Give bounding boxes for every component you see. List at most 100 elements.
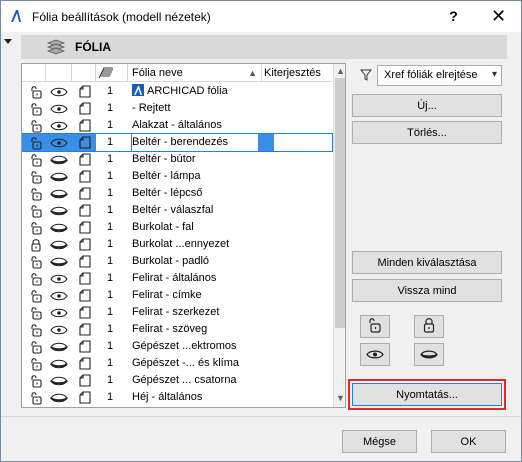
unlock-icon[interactable]	[29, 185, 43, 202]
table-row[interactable]: 1 Héj - általános	[22, 389, 332, 406]
eye-closed-icon[interactable]	[50, 219, 68, 236]
printer-icon[interactable]	[78, 100, 92, 117]
printer-icon[interactable]	[72, 134, 96, 151]
intersection-number[interactable]: 1	[107, 253, 117, 270]
table-row[interactable]: 1 Beltér - bútor	[22, 151, 332, 168]
eye-closed-icon[interactable]	[50, 236, 68, 253]
printer-icon[interactable]	[78, 219, 92, 236]
ok-button[interactable]: OK	[431, 430, 506, 453]
table-row[interactable]: 1 Beltér - lépcső	[22, 185, 332, 202]
eye-closed-icon[interactable]	[50, 253, 68, 270]
eye-closed-icon[interactable]	[50, 202, 68, 219]
layer-name[interactable]: - Rejtett	[132, 100, 264, 117]
eye-open-icon[interactable]	[50, 100, 68, 117]
layer-name[interactable]: Gépészet -... és klíma	[132, 355, 264, 372]
table-row[interactable]: 1 Felirat - általános	[22, 270, 332, 287]
printer-icon[interactable]	[78, 151, 92, 168]
eye-closed-icon[interactable]	[50, 389, 68, 406]
layer-extension[interactable]	[266, 202, 332, 219]
hide-button[interactable]	[414, 343, 444, 366]
printer-icon[interactable]	[78, 270, 92, 287]
unlock-icon[interactable]	[29, 83, 43, 100]
cancel-button[interactable]: Mégse	[342, 430, 417, 453]
unlock-icon[interactable]	[22, 134, 46, 151]
intersection-number[interactable]: 1	[107, 83, 117, 100]
table-row[interactable]: 1 Gépészet -... és klíma	[22, 355, 332, 372]
layer-name[interactable]: Gépészet ...ektromos	[132, 338, 264, 355]
layer-extension[interactable]	[266, 321, 332, 338]
table-row[interactable]: 1 - Rejtett	[22, 100, 332, 117]
eye-open-icon[interactable]	[50, 83, 68, 100]
table-row[interactable]: 1 Felirat - szöveg	[22, 321, 332, 338]
unlock-icon[interactable]	[29, 389, 43, 406]
intersection-number[interactable]: 1	[107, 389, 117, 406]
intersection-number[interactable]: 1	[107, 287, 117, 304]
intersection-number[interactable]: 1	[107, 134, 117, 151]
intersection-number[interactable]: 1	[107, 338, 117, 355]
layer-name[interactable]: Felirat - általános	[132, 270, 264, 287]
intersection-number[interactable]: 1	[107, 321, 117, 338]
printer-icon[interactable]	[78, 236, 92, 253]
printer-icon[interactable]	[78, 338, 92, 355]
layer-extension[interactable]	[266, 287, 332, 304]
printer-icon[interactable]	[78, 168, 92, 185]
layer-extension[interactable]	[266, 100, 332, 117]
delete-layer-button[interactable]: Törlés...	[352, 121, 502, 144]
intersection-number[interactable]: 1	[107, 219, 117, 236]
vertical-scrollbar[interactable]: ▲ ▼	[333, 64, 345, 407]
intersection-number[interactable]: 1	[107, 236, 117, 253]
unlock-icon[interactable]	[29, 304, 43, 321]
layer-extension[interactable]	[266, 83, 332, 100]
eye-open-icon[interactable]	[50, 287, 68, 304]
layer-extension[interactable]	[266, 117, 332, 134]
layer-name[interactable]: Burkolat ...ennyezet	[132, 236, 264, 253]
layer-name[interactable]: Felirat - szöveg	[132, 321, 264, 338]
unlock-icon[interactable]	[29, 117, 43, 134]
printer-icon[interactable]	[78, 321, 92, 338]
intersection-number[interactable]: 1	[107, 372, 117, 389]
printer-icon[interactable]	[78, 287, 92, 304]
eye-closed-icon[interactable]	[50, 168, 68, 185]
header-print-col[interactable]	[72, 64, 96, 82]
header-eye-col[interactable]	[46, 64, 72, 82]
unlock-icon[interactable]	[29, 287, 43, 304]
layer-extension[interactable]	[266, 151, 332, 168]
layer-name[interactable]: Alakzat - általános	[132, 117, 264, 134]
layer-name[interactable]: Beltér - bútor	[132, 151, 264, 168]
intersection-number[interactable]: 1	[107, 151, 117, 168]
printer-icon[interactable]	[78, 83, 92, 100]
layer-extension[interactable]	[266, 185, 332, 202]
printer-icon[interactable]	[78, 304, 92, 321]
header-intersect-col[interactable]	[96, 64, 128, 82]
layer-extension[interactable]	[266, 304, 332, 321]
intersection-number[interactable]: 1	[107, 270, 117, 287]
eye-open-icon[interactable]	[50, 270, 68, 287]
table-row[interactable]: 1 Beltér - berendezés	[22, 133, 333, 152]
unlock-icon[interactable]	[29, 270, 43, 287]
intersection-number[interactable]: 1	[107, 202, 117, 219]
printer-icon[interactable]	[78, 185, 92, 202]
layer-extension[interactable]	[266, 168, 332, 185]
print-button[interactable]: Nyomtatás...	[352, 383, 502, 406]
table-row[interactable]: 1 Burkolat ...ennyezet	[22, 236, 332, 253]
restore-all-button[interactable]: Vissza mind	[352, 279, 502, 302]
layer-extension[interactable]	[266, 270, 332, 287]
intersection-number[interactable]: 1	[107, 117, 117, 134]
eye-closed-icon[interactable]	[50, 338, 68, 355]
unlock-icon[interactable]	[29, 100, 43, 117]
eye-open-icon[interactable]	[46, 134, 72, 151]
table-row[interactable]: 1 Felirat - címke	[22, 287, 332, 304]
unlock-icon[interactable]	[29, 151, 43, 168]
show-button[interactable]	[360, 343, 390, 366]
unlock-icon[interactable]	[29, 202, 43, 219]
printer-icon[interactable]	[78, 117, 92, 134]
printer-icon[interactable]	[78, 355, 92, 372]
table-row[interactable]: 1 Alakzat - általános	[22, 117, 332, 134]
unlock-icon[interactable]	[29, 355, 43, 372]
intersection-number[interactable]: 1	[107, 355, 117, 372]
header-name-col[interactable]: Fólia neve ▲	[128, 64, 262, 82]
eye-closed-icon[interactable]	[50, 185, 68, 202]
layer-extension[interactable]	[266, 219, 332, 236]
layer-name[interactable]: ARCHICAD fólia	[132, 83, 264, 100]
scroll-thumb[interactable]	[335, 78, 345, 328]
